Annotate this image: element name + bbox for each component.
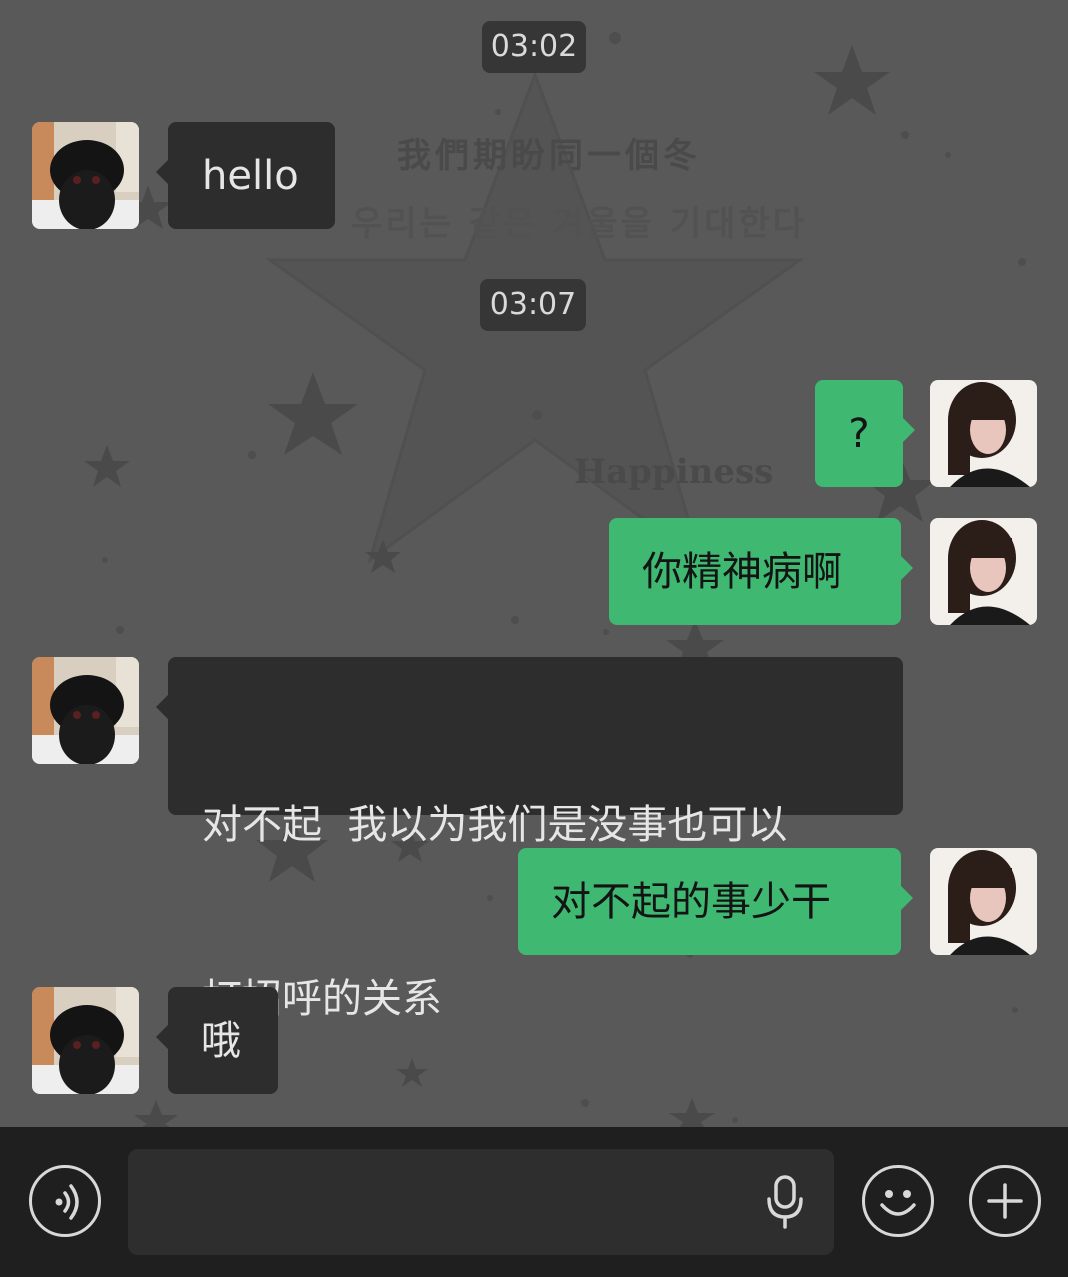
message-text-line: 打招呼的关系 xyxy=(202,976,442,1022)
message-input[interactable] xyxy=(146,1149,750,1257)
incoming-message-bubble[interactable]: hello xyxy=(156,122,335,229)
incoming-message-bubble[interactable]: 对不起 我以为我们是没事也可以 打招呼的关系 xyxy=(156,657,903,1022)
cat-avatar-image xyxy=(32,987,139,1094)
message-text: ? xyxy=(848,411,870,457)
my-avatar[interactable] xyxy=(930,518,1037,625)
message-text: hello xyxy=(202,153,299,199)
chat-screen: 我們期盼同一個冬 우리는 같은 겨울을 기대한다 Happiness 03:02… xyxy=(0,0,1068,1277)
outgoing-message-bubble[interactable]: ? xyxy=(815,380,915,487)
smiley-icon xyxy=(880,1190,916,1216)
contact-avatar[interactable] xyxy=(32,987,139,1094)
more-actions-button[interactable] xyxy=(969,1165,1041,1237)
message-text: 你精神病啊 xyxy=(642,549,842,595)
message-input-box[interactable] xyxy=(128,1149,834,1257)
plus-circle-icon xyxy=(987,1183,1023,1219)
chat-input-bar xyxy=(0,1127,1068,1277)
girl-avatar-image xyxy=(930,848,1037,955)
my-avatar[interactable] xyxy=(930,380,1037,487)
timestamp-chip: 03:07 xyxy=(480,279,586,331)
voice-mode-button[interactable] xyxy=(29,1165,101,1237)
outgoing-message-bubble[interactable]: 对不起的事少干 xyxy=(518,848,913,955)
wallpaper-word: Happiness xyxy=(574,452,774,492)
cat-avatar-image xyxy=(32,122,139,229)
microphone-icon[interactable] xyxy=(764,1173,808,1233)
outgoing-message-bubble[interactable]: 你精神病啊 xyxy=(609,518,913,625)
message-text: 哦 xyxy=(201,1018,241,1064)
contact-avatar[interactable] xyxy=(32,122,139,229)
cat-avatar-image xyxy=(32,657,139,764)
emoji-button[interactable] xyxy=(862,1165,934,1237)
my-avatar[interactable] xyxy=(930,848,1037,955)
message-text: 对不起的事少干 xyxy=(551,879,831,925)
timestamp-chip: 03:02 xyxy=(482,21,586,73)
girl-avatar-image xyxy=(930,518,1037,625)
girl-avatar-image xyxy=(930,380,1037,487)
message-text-line: 对不起 我以为我们是没事也可以 xyxy=(202,802,788,848)
contact-avatar[interactable] xyxy=(32,657,139,764)
voice-wave-icon xyxy=(55,1184,79,1220)
incoming-message-bubble[interactable]: 哦 xyxy=(156,987,278,1094)
wallpaper-caption-korean: 우리는 같은 겨울을 기대한다 xyxy=(351,204,807,244)
